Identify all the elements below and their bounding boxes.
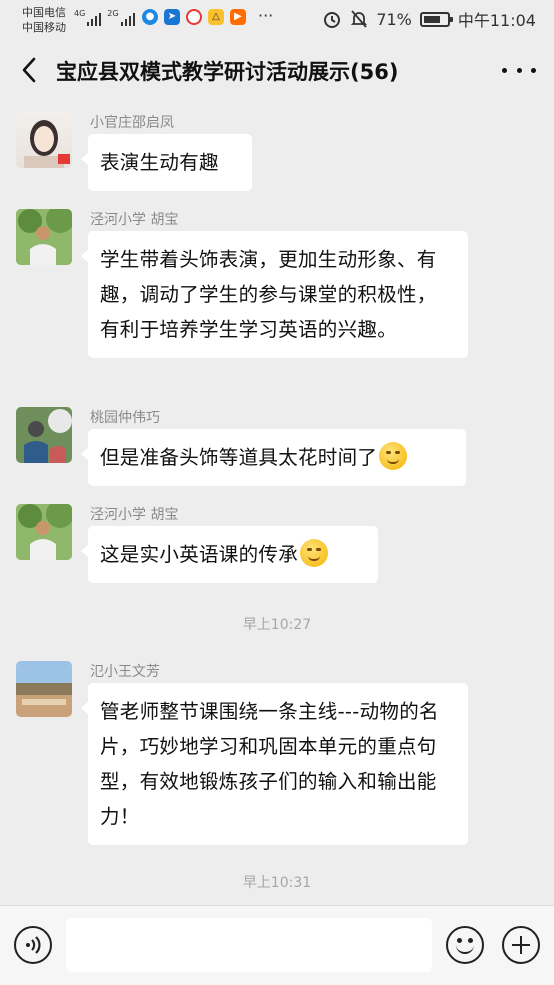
message-bubble[interactable]: 这是实小英语课的传承 <box>81 526 378 583</box>
sender-name: 泾河小学 胡宝 <box>90 212 179 228</box>
app-notification-icon: ● <box>142 9 158 25</box>
message-text: 表演生动有趣 <box>100 151 219 174</box>
avatar[interactable] <box>16 504 72 560</box>
mute-icon <box>351 10 368 28</box>
avatar[interactable] <box>16 661 72 717</box>
dot-icon <box>516 67 522 73</box>
plus-button[interactable] <box>502 926 540 964</box>
message-bubble[interactable]: 但是准备头饰等道具太花时间了 <box>81 429 466 486</box>
voice-button[interactable] <box>14 926 52 964</box>
battery-percent: 71% <box>376 9 412 29</box>
message-text: 这是实小英语课的传承 <box>100 543 299 566</box>
avatar-image <box>16 661 72 717</box>
avatar-image <box>24 120 70 168</box>
message-bubble[interactable]: 学生带着头饰表演，更加生动形象、有趣，调动了学生的参与课堂的积极性，有利于培养学… <box>81 231 468 358</box>
clock: 中午11:04 <box>457 11 536 30</box>
input-bar <box>0 905 554 985</box>
more-notifications-icon: ··· <box>258 6 274 25</box>
voice-icon <box>26 936 41 954</box>
alarm-icon <box>324 12 341 28</box>
notification-icons: ● ➤ △ ▶ <box>142 9 246 25</box>
thinking-emoji-icon <box>300 539 329 567</box>
avatar[interactable] <box>16 407 72 463</box>
message-text: 但是准备头饰等道具太花时间了 <box>100 446 378 469</box>
chat-title: 宝应县双模式教学研讨活动展示(56) <box>56 60 399 84</box>
back-button[interactable] <box>14 50 44 90</box>
avatar-image <box>16 407 72 463</box>
carrier-1: 中国电信 <box>22 6 66 19</box>
avatar[interactable] <box>16 209 72 265</box>
sender-name: 氾小王文芳 <box>90 664 160 680</box>
dot-icon <box>502 67 507 73</box>
app-notification-icon: △ <box>208 9 224 25</box>
signal-indicators: 4G 2G <box>74 10 135 26</box>
status-bar: 中国电信 中国移动 4G 2G ● ➤ △ ▶ ··· 71% 中午11:04 <box>0 0 554 40</box>
app-notification-icon: ▶ <box>230 9 246 25</box>
app-notification-icon <box>186 9 202 25</box>
status-right: 71% 中午11:04 <box>322 7 536 31</box>
emoji-icon <box>457 938 462 943</box>
sender-name: 桃园仲伟巧 <box>90 410 160 426</box>
carrier-info: 中国电信 中国移动 <box>22 5 66 35</box>
message-text: 学生带着头饰表演，更加生动形象、有趣，调动了学生的参与课堂的积极性，有利于培养学… <box>100 248 437 341</box>
signal-icon: 2G <box>107 9 135 26</box>
timestamp: 早上10:31 <box>242 875 312 891</box>
avatar-image <box>16 209 72 265</box>
chat-header: 宝应县双模式教学研讨活动展示(56) <box>0 40 554 100</box>
dot-icon <box>531 67 536 73</box>
signal-icon: 4G <box>74 9 102 26</box>
back-arrow-icon <box>22 57 36 83</box>
network-type-2: 2G <box>107 9 119 18</box>
avatar-image <box>16 504 72 560</box>
carrier-2: 中国移动 <box>22 21 66 34</box>
sender-name: 小官庄邵启凤 <box>90 115 174 131</box>
more-options-button[interactable] <box>502 58 536 82</box>
battery-icon <box>419 11 453 27</box>
sender-name: 泾河小学 胡宝 <box>90 507 179 523</box>
timestamp: 早上10:27 <box>242 617 312 633</box>
avatar[interactable] <box>16 112 72 168</box>
message-input[interactable] <box>66 918 432 972</box>
emoji-button[interactable] <box>446 926 484 964</box>
app-notification-icon: ➤ <box>164 9 180 25</box>
message-bubble[interactable]: 管老师整节课围绕一条主线---动物的名片，巧妙地学习和巩固本单元的重点句型，有效… <box>81 683 468 845</box>
laughing-tears-emoji-icon <box>379 442 408 470</box>
message-bubble[interactable]: 表演生动有趣 <box>81 134 252 191</box>
message-text: 管老师整节课围绕一条主线---动物的名片，巧妙地学习和巩固本单元的重点句型，有效… <box>100 700 439 828</box>
network-type-1: 4G <box>74 9 86 18</box>
